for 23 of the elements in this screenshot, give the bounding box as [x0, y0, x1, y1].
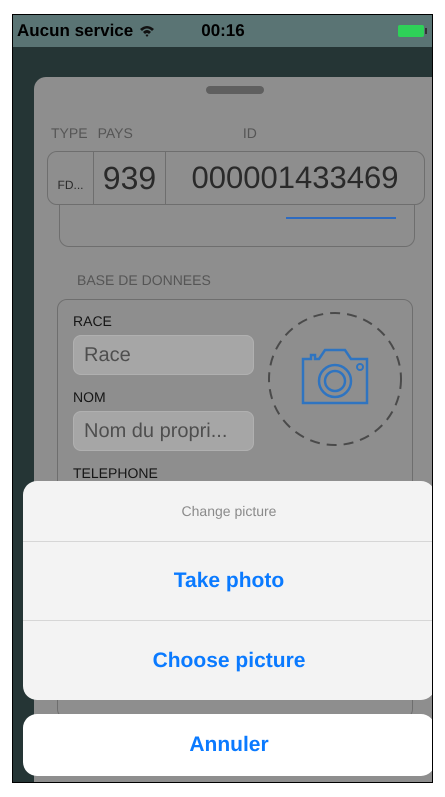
field-label: TELEPHONE	[73, 464, 159, 483]
id-value: 000001433469	[190, 158, 400, 197]
text-field[interactable]: Race	[73, 335, 254, 375]
type-value: FD...	[48, 152, 94, 204]
battery-icon	[398, 24, 428, 38]
type-label: TYPE	[51, 124, 88, 142]
clock-text: 00:16	[201, 20, 245, 42]
field-label: RACE	[73, 312, 113, 331]
country-label: PAYS	[98, 124, 133, 142]
drag-handle	[206, 86, 264, 94]
action-sheet-option[interactable]: Take photo	[23, 542, 432, 621]
id-label: ID	[242, 124, 257, 142]
section-title: BASE DE DONNEES	[77, 271, 211, 290]
id-field[interactable]: FD... 939 000001433469	[47, 151, 425, 205]
carrier-text: Aucun service	[17, 20, 134, 42]
action-sheet-title: Change picture	[23, 481, 432, 542]
field-label: NOM	[73, 388, 107, 407]
text-field[interactable]: Nom du propri...	[73, 411, 254, 451]
cancel-button[interactable]: Annuler	[23, 714, 432, 776]
photo-picker-icon[interactable]	[267, 311, 403, 447]
action-sheet-option[interactable]: Choose picture	[23, 621, 432, 700]
wifi-icon	[139, 25, 156, 37]
country-value: 939	[94, 152, 166, 204]
